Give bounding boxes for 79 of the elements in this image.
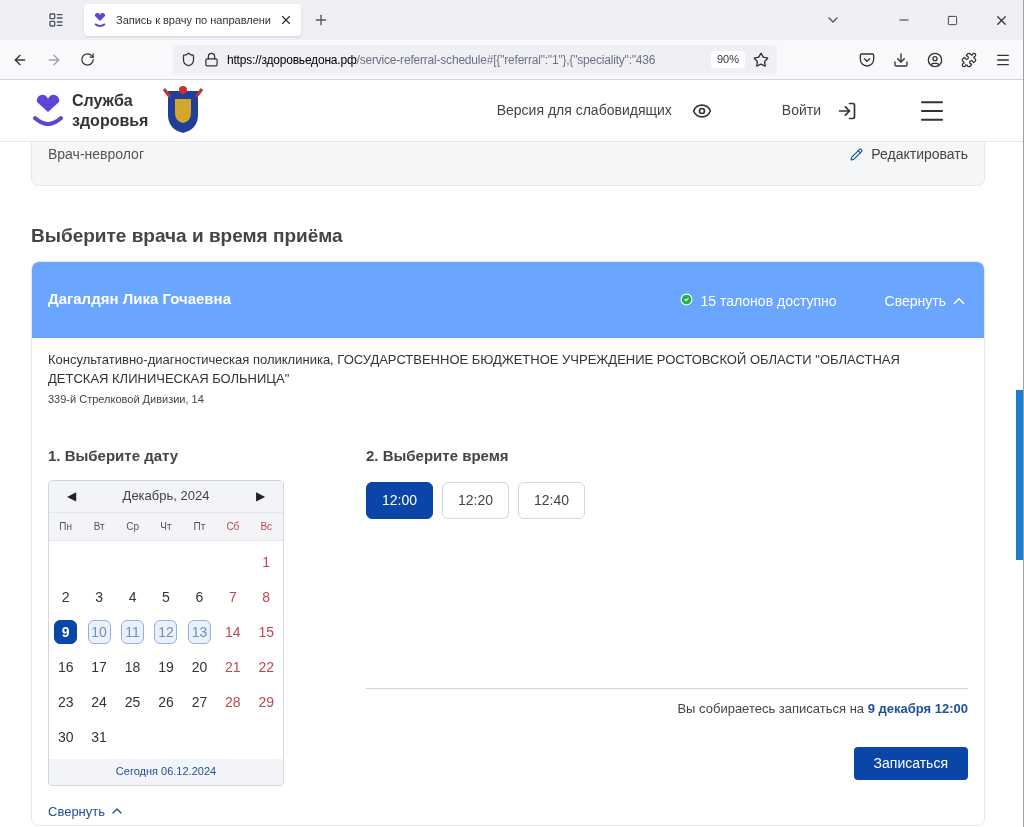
time-slot[interactable]: 12:00 <box>366 481 433 519</box>
calendar-day[interactable]: 31 <box>87 725 111 749</box>
browser-tab[interactable]: Запись к врачу по направлени <box>84 4 301 36</box>
previous-month-button[interactable]: ◀ <box>67 487 76 505</box>
scrollbar[interactable] <box>1016 390 1023 560</box>
doctor-name: Дагалдян Лика Гочаевна <box>48 288 231 309</box>
next-month-button[interactable]: ▶ <box>256 487 265 505</box>
calendar-day[interactable]: 21 <box>221 655 245 679</box>
calendar-day[interactable]: 8 <box>254 585 278 609</box>
calendar-day[interactable]: 20 <box>187 655 211 679</box>
calendar-day[interactable]: 9 <box>54 620 78 644</box>
calendar-day[interactable]: 3 <box>87 585 111 609</box>
login-icon[interactable] <box>837 100 857 121</box>
calendar-day[interactable]: 15 <box>254 620 278 644</box>
step-title: 1. Выберите дату <box>48 446 180 466</box>
weekday-label: Пт <box>192 519 207 534</box>
calendar-day[interactable]: 23 <box>54 690 78 714</box>
clinic-name: Консультативно-диагностическая поликлиника, ГОСУДАРСТВЕННОЕ БЮДЖЕТНОЕ УЧРЕЖДЕНИЕ РОСТОВСКОЙ ОБЛАСТИ "ОБЛАСТНАЯ ДЕТСКАЯ КЛИНИЧЕСКАЯ БОЛЬНИЦА" <box>48 350 901 388</box>
weekday-label: Пн <box>58 519 74 534</box>
tickets-count: 15 талонов доступно <box>700 291 837 311</box>
calendar-day[interactable]: 4 <box>121 585 145 609</box>
logo-text: здоровья <box>72 110 149 131</box>
maximize-icon[interactable] <box>947 14 958 26</box>
calendar-day[interactable]: 6 <box>187 585 211 609</box>
calendar-day[interactable]: 24 <box>87 690 111 714</box>
calendar-day[interactable]: 17 <box>87 655 111 679</box>
lock-icon <box>204 52 219 67</box>
calendar-day[interactable]: 22 <box>254 655 278 679</box>
calendar-day[interactable]: 1 <box>254 550 278 574</box>
calendar-day[interactable]: 14 <box>221 620 245 644</box>
login-link[interactable]: Войти <box>781 100 821 121</box>
close-tab-icon[interactable] <box>279 13 293 27</box>
calendar-day[interactable]: 5 <box>154 585 178 609</box>
section-title: Выберите врача и время приёма <box>31 224 344 248</box>
month-title: Декабрь, 2024 <box>122 487 210 506</box>
calendar-day[interactable]: 7 <box>221 585 245 609</box>
heart-logo-icon <box>32 93 64 128</box>
weekday-label: Ср <box>125 519 140 534</box>
weekday-label: Чт <box>159 519 173 534</box>
check-icon <box>679 292 693 306</box>
step-title: 2. Выберите время <box>366 446 510 466</box>
calendar-day[interactable]: 30 <box>54 725 78 749</box>
weekday-label: Сб <box>225 519 241 534</box>
speciality-text: Врач-невролог <box>48 145 144 164</box>
accessibility-link[interactable]: Версия для слабовидящих <box>496 100 672 121</box>
shield-icon <box>181 52 196 67</box>
url-text: https://здоровьедона.рф/service-referral-schedule#[{"referral":"1"},{"speciality":"436 <box>227 51 657 69</box>
clinic-address: 339-й Стрелковой Дивизии, 14 <box>48 391 205 407</box>
extensions-icon[interactable] <box>961 51 977 68</box>
collapse-link[interactable]: Свернуть <box>48 801 284 821</box>
calendar-day[interactable]: 29 <box>254 690 278 714</box>
calendar-day[interactable]: 2 <box>54 585 78 609</box>
time-slot[interactable]: 12:20 <box>442 481 509 519</box>
pencil-icon <box>850 148 864 161</box>
calendar-day[interactable]: 26 <box>154 690 178 714</box>
tab-list-icon[interactable] <box>48 12 64 28</box>
reload-icon[interactable] <box>80 52 95 67</box>
weekday-label: Вс <box>259 519 274 534</box>
time-slot[interactable]: 12:40 <box>518 481 585 519</box>
booking-summary: Вы собираетесь записаться на 9 декабря 12:00 <box>677 699 968 718</box>
calendar-day[interactable]: 16 <box>54 655 78 679</box>
calendar-day[interactable]: 18 <box>121 655 145 679</box>
weekday-label: Вт <box>92 519 106 534</box>
pocket-icon[interactable] <box>859 51 875 68</box>
calendar-day[interactable]: 28 <box>221 690 245 714</box>
calendar-day[interactable]: 19 <box>154 655 178 679</box>
download-icon[interactable] <box>893 51 909 68</box>
zoom-level[interactable]: 90% <box>710 51 745 68</box>
tab-title: Запись к врачу по направлени <box>116 12 271 28</box>
new-tab-icon[interactable] <box>313 12 329 28</box>
submit-button[interactable]: Записаться <box>853 747 968 780</box>
heart-logo-icon <box>92 12 108 28</box>
address-bar[interactable]: https://здоровьедона.рф/service-referral-schedule#[{"referral":"1"},{"speciality":"436 90% <box>173 44 777 75</box>
logo-text: Служба <box>72 90 134 111</box>
edit-link[interactable]: Редактировать <box>850 144 968 165</box>
bookmark-star-icon[interactable] <box>753 51 769 68</box>
account-icon[interactable] <box>927 51 943 68</box>
calendar-day[interactable]: 27 <box>187 690 211 714</box>
calendar-day[interactable]: 25 <box>121 690 145 714</box>
